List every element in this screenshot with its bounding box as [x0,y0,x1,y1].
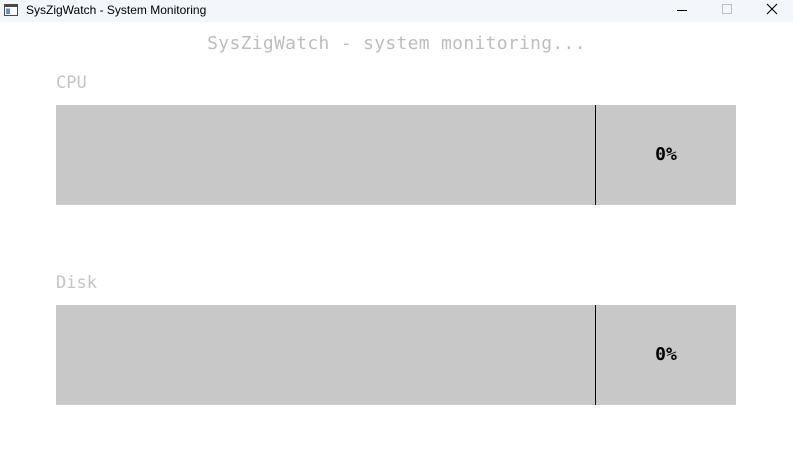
maximize-button[interactable] [704,0,749,22]
disk-meter: 0% [56,305,736,405]
app-icon[interactable] [4,3,18,17]
cpu-usage-value: 0% [655,144,677,165]
close-button[interactable] [749,0,793,22]
app-window: SysZigWatch - System Monitoring SysZigWa… [0,0,793,474]
maximize-icon [722,4,732,14]
cpu-meter: 0% [56,105,736,205]
disk-label: Disk [56,273,97,293]
close-icon [766,3,778,15]
disk-usage-value: 0% [655,344,677,365]
window-title: SysZigWatch - System Monitoring [26,3,207,17]
minimize-button[interactable] [659,0,704,22]
cpu-label: CPU [56,73,87,93]
app-header: SysZigWatch - system monitoring... [207,33,586,54]
title-bar[interactable]: SysZigWatch - System Monitoring [0,0,793,22]
minimize-icon [677,10,687,11]
